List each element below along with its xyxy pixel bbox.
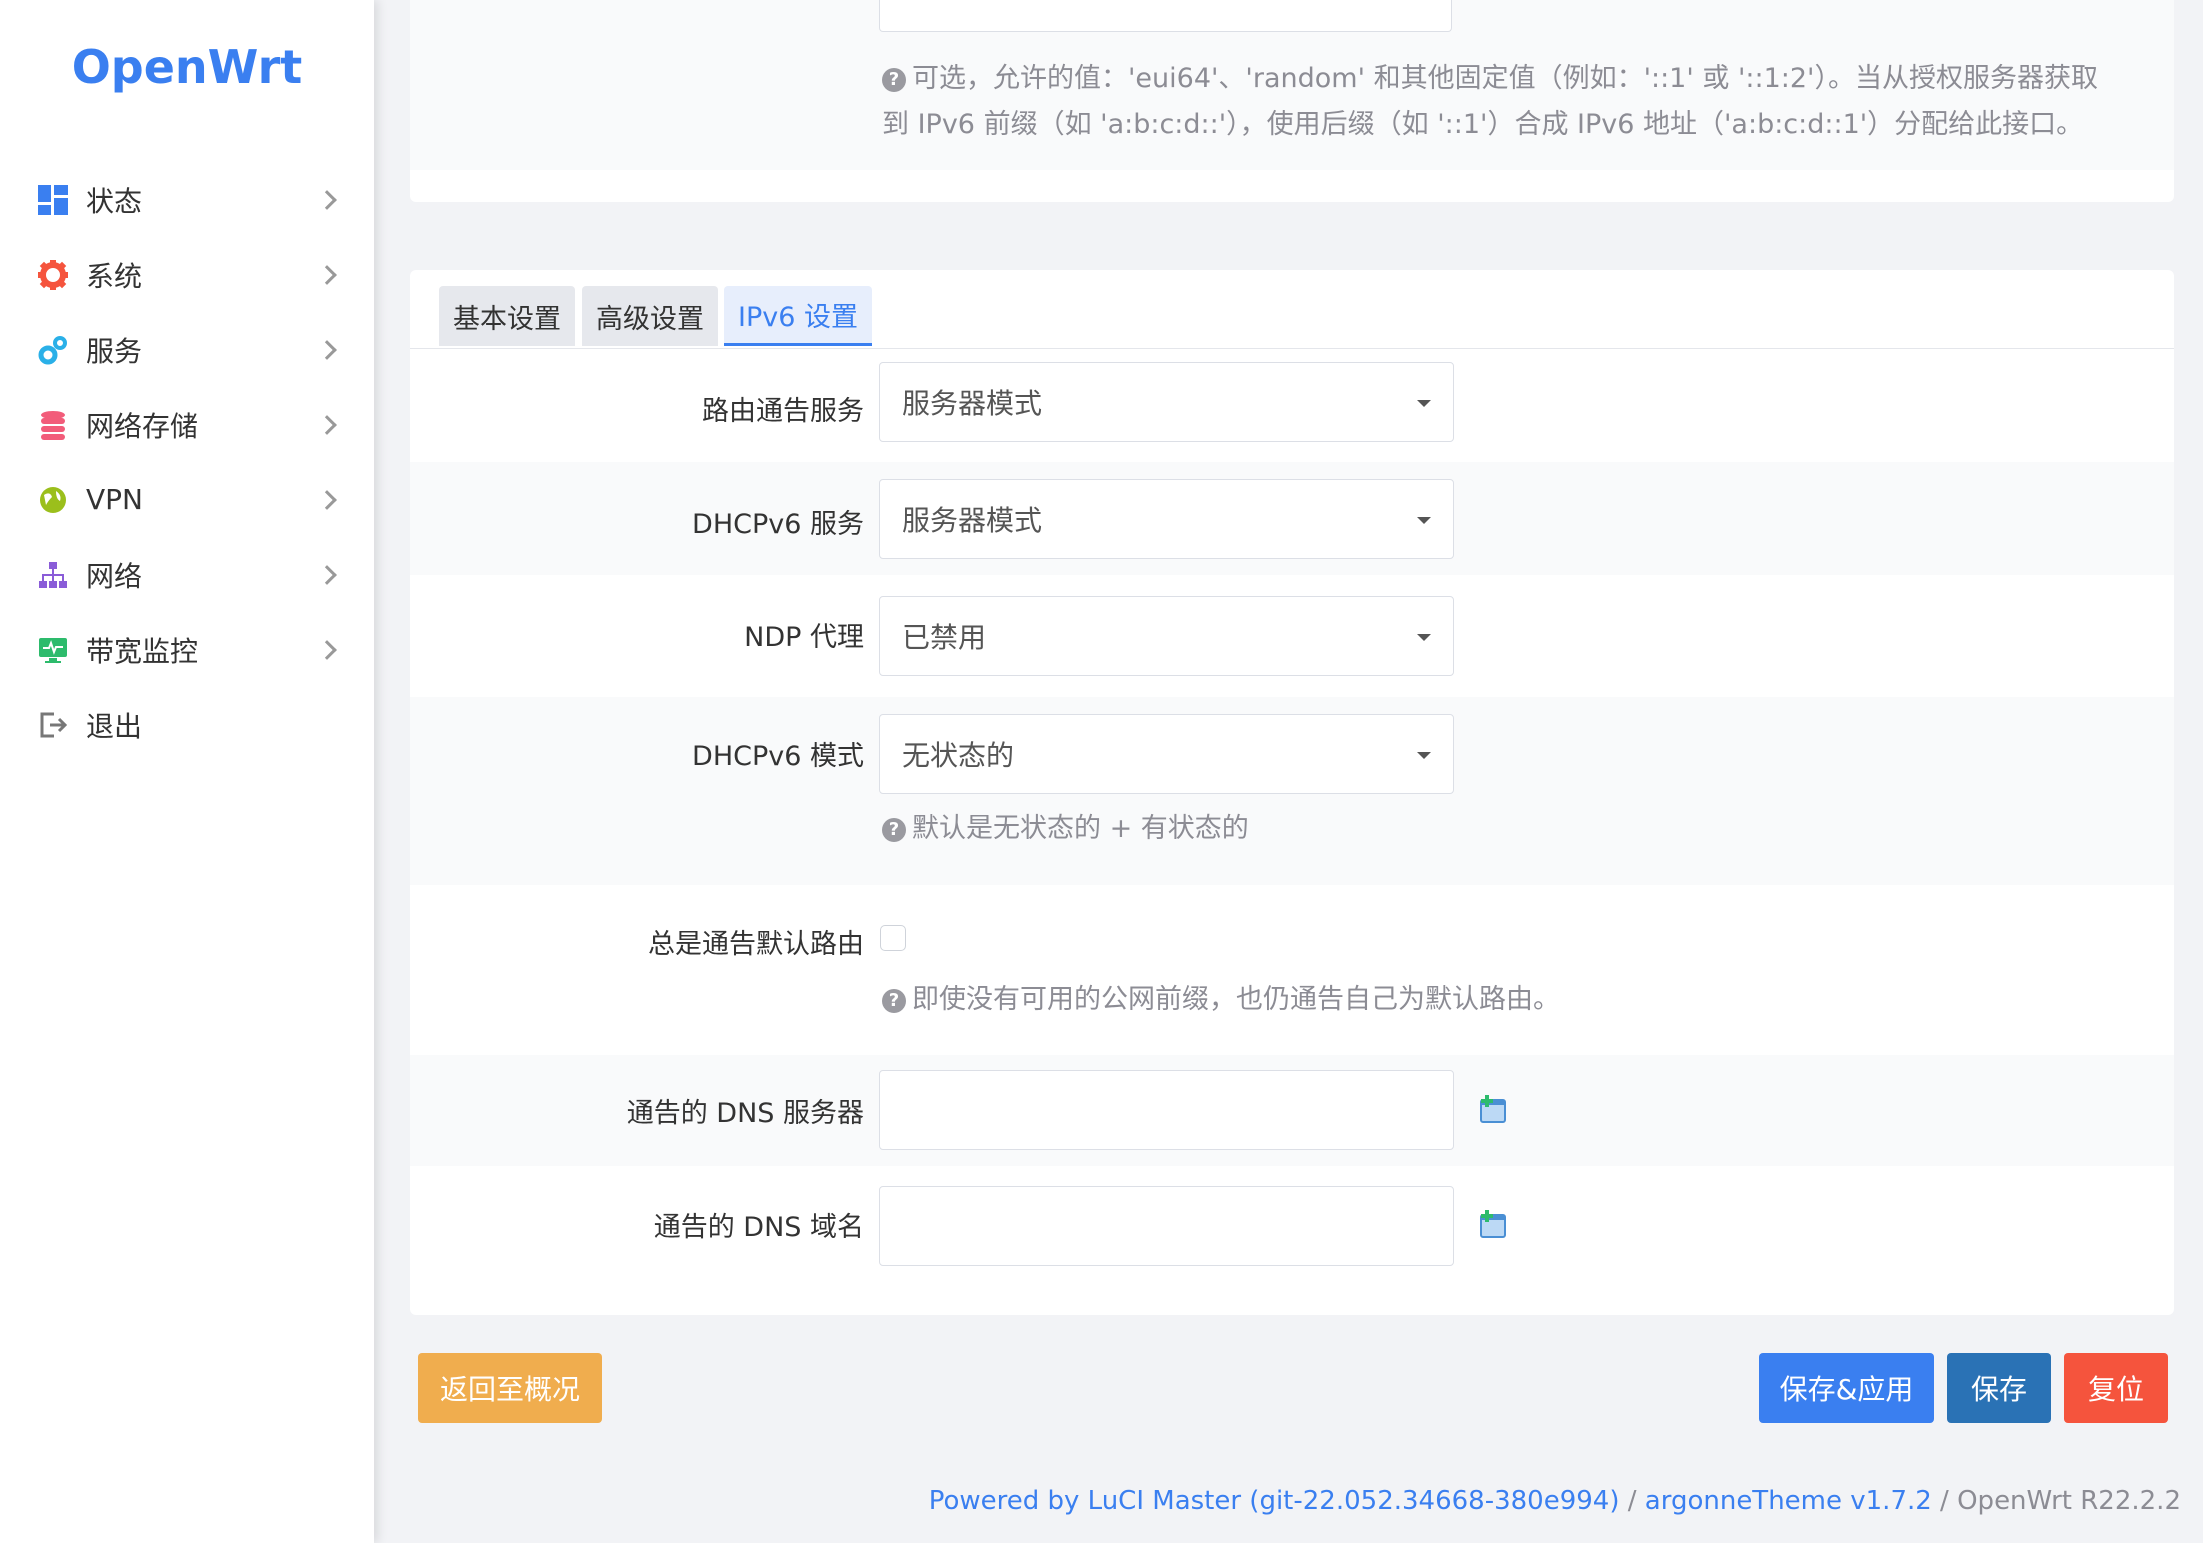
dhcpv6-service-select[interactable]: 服务器模式 xyxy=(879,479,1454,559)
chevron-right-icon xyxy=(317,189,337,210)
question-icon: ? xyxy=(882,818,906,842)
sidebar-item-status[interactable]: 状态 xyxy=(0,162,374,237)
footer-separator: / xyxy=(1619,1486,1645,1516)
cogs-icon xyxy=(36,333,70,367)
dns-domains-input[interactable] xyxy=(879,1186,1454,1266)
help-text: 到 IPv6 前缀（如 'a:b:c:d::'），使用后缀（如 '::1'）合成… xyxy=(882,109,2084,140)
caret-down-icon xyxy=(1417,634,1431,641)
sidebar-item-label: 退出 xyxy=(86,709,143,743)
dns-servers-input[interactable] xyxy=(879,1070,1454,1150)
ipv6-suffix-help-line2: 到 IPv6 前缀（如 'a:b:c:d::'），使用后缀（如 '::1'）合成… xyxy=(882,102,2083,148)
add-entry-icon[interactable] xyxy=(1478,1210,1508,1240)
sidebar-item-label: 状态 xyxy=(86,184,143,218)
row-dns-servers: 通告的 DNS 服务器 xyxy=(410,1055,2174,1166)
dns-servers-label: 通告的 DNS 服务器 xyxy=(626,1098,864,1129)
caret-down-icon xyxy=(1417,400,1431,407)
row-dns-domains: 通告的 DNS 域名 xyxy=(410,1166,2174,1290)
sidebar-item-network[interactable]: 网络 xyxy=(0,537,374,612)
dhcpv6-mode-select[interactable]: 无状态的 xyxy=(879,714,1454,794)
sidebar: OpenWrt 状态 系统 服务 网络存储 VPN 网络 带宽监控 退出 xyxy=(0,0,374,1543)
ndp-proxy-value: 已禁用 xyxy=(902,621,987,654)
back-to-overview-button[interactable]: 返回至概况 xyxy=(418,1353,602,1423)
add-entry-icon[interactable] xyxy=(1478,1095,1508,1125)
chevron-right-icon xyxy=(317,564,337,585)
os-version: OpenWrt R22.2.2 xyxy=(1957,1486,2181,1516)
dhcpv6-mode-value: 无状态的 xyxy=(902,739,1015,772)
theme-link[interactable]: argonneTheme v1.7.2 xyxy=(1645,1486,1932,1516)
ra-service-label: 路由通告服务 xyxy=(702,396,864,427)
ra-default-label: 总是通告默认路由 xyxy=(648,929,864,960)
sidebar-item-label: 网络 xyxy=(86,559,143,593)
row-ra-service: 路由通告服务 服务器模式 xyxy=(410,349,2174,462)
help-text: 默认是无状态的 + 有状态的 xyxy=(912,813,1249,844)
interface-settings-card: 基本设置 高级设置 IPv6 设置 路由通告服务 服务器模式 DHCPv6 服务… xyxy=(410,270,2174,1315)
ipv6-suffix-help: ? 可选，允许的值：'eui64'、'random' 和其他固定值（例如：'::1… xyxy=(882,56,2098,102)
sidebar-item-logout[interactable]: 退出 xyxy=(0,687,374,762)
ndp-proxy-label: NDP 代理 xyxy=(744,622,864,653)
tab-ipv6[interactable]: IPv6 设置 xyxy=(724,286,872,346)
tab-bar: 基本设置 高级设置 IPv6 设置 xyxy=(410,270,2174,349)
save-button[interactable]: 保存 xyxy=(1947,1353,2051,1423)
ra-default-checkbox[interactable] xyxy=(880,925,906,951)
nav-menu: 状态 系统 服务 网络存储 VPN 网络 带宽监控 退出 xyxy=(0,162,374,762)
tab-basic[interactable]: 基本设置 xyxy=(439,286,575,346)
tab-advanced[interactable]: 高级设置 xyxy=(582,286,718,346)
chevron-right-icon xyxy=(317,339,337,360)
footer-separator: / xyxy=(1931,1486,1958,1516)
ra-default-help: ? 即使没有可用的公网前缀，也仍通告自己为默认路由。 xyxy=(882,977,1560,1023)
dhcpv6-mode-help: ? 默认是无状态的 + 有状态的 xyxy=(882,806,1249,852)
dhcpv6-mode-label: DHCPv6 模式 xyxy=(692,741,864,772)
chevron-right-icon xyxy=(317,639,337,660)
footer: Powered by LuCI Master (git-22.052.34668… xyxy=(929,1486,2181,1516)
question-icon: ? xyxy=(882,989,906,1013)
ra-service-select[interactable]: 服务器模式 xyxy=(879,362,1454,442)
caret-down-icon xyxy=(1417,752,1431,759)
sidebar-item-system[interactable]: 系统 xyxy=(0,237,374,312)
row-dhcpv6-service: DHCPv6 服务 服务器模式 xyxy=(410,462,2174,575)
reset-button[interactable]: 复位 xyxy=(2064,1353,2168,1423)
sidebar-item-vpn[interactable]: VPN xyxy=(0,462,374,537)
luci-link[interactable]: Powered by LuCI Master (git-22.052.34668… xyxy=(929,1486,1620,1516)
row-dhcpv6-mode: DHCPv6 模式 无状态的 ? 默认是无状态的 + 有状态的 xyxy=(410,697,2174,885)
sidebar-item-bandwidth[interactable]: 带宽监控 xyxy=(0,612,374,687)
logout-icon xyxy=(36,708,70,742)
ndp-proxy-select[interactable]: 已禁用 xyxy=(879,596,1454,676)
dhcpv6-service-label: DHCPv6 服务 xyxy=(692,509,864,540)
ipv6-suffix-input[interactable] xyxy=(879,0,1452,32)
sitemap-icon xyxy=(36,558,70,592)
ra-service-value: 服务器模式 xyxy=(902,387,1043,420)
database-icon xyxy=(36,408,70,442)
dashboard-icon xyxy=(36,183,70,217)
question-icon: ? xyxy=(882,68,906,92)
brand-logo[interactable]: OpenWrt xyxy=(0,40,374,94)
previous-section-card: ? 可选，允许的值：'eui64'、'random' 和其他固定值（例如：'::1… xyxy=(410,0,2174,202)
sidebar-item-label: VPN xyxy=(86,483,143,516)
dns-domains-label: 通告的 DNS 域名 xyxy=(653,1212,864,1243)
sidebar-item-nas[interactable]: 网络存储 xyxy=(0,387,374,462)
sidebar-item-label: 系统 xyxy=(86,259,143,293)
sidebar-item-services[interactable]: 服务 xyxy=(0,312,374,387)
sidebar-item-label: 网络存储 xyxy=(86,409,199,443)
dhcpv6-service-value: 服务器模式 xyxy=(902,504,1043,537)
chevron-right-icon xyxy=(317,264,337,285)
sidebar-item-label: 带宽监控 xyxy=(86,634,199,668)
help-text: 即使没有可用的公网前缀，也仍通告自己为默认路由。 xyxy=(912,984,1560,1015)
caret-down-icon xyxy=(1417,517,1431,524)
globe-icon xyxy=(36,483,70,517)
chevron-right-icon xyxy=(317,489,337,510)
row-ra-default: 总是通告默认路由 ? 即使没有可用的公网前缀，也仍通告自己为默认路由。 xyxy=(410,885,2174,1055)
gear-icon xyxy=(36,258,70,292)
help-text: 可选，允许的值：'eui64'、'random' 和其他固定值（例如：'::1'… xyxy=(912,63,2098,94)
sidebar-item-label: 服务 xyxy=(86,334,143,368)
row-ndp-proxy: NDP 代理 已禁用 xyxy=(410,575,2174,697)
monitor-icon xyxy=(36,633,70,667)
save-apply-button[interactable]: 保存&应用 xyxy=(1759,1353,1934,1423)
chevron-right-icon xyxy=(317,414,337,435)
